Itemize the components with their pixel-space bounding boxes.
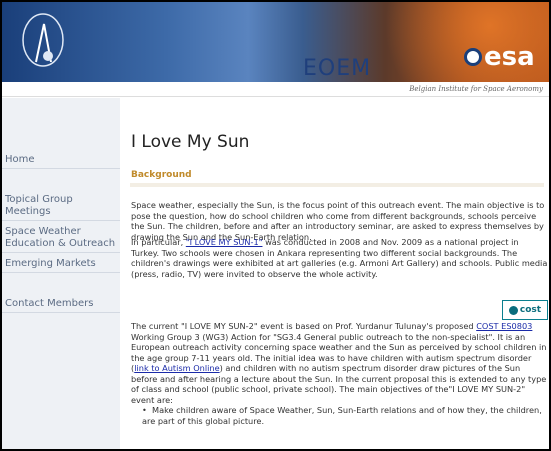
sidebar-item-topical-group-meetings[interactable]: Topical Group Meetings	[2, 192, 120, 221]
page-frame: EOEM esa Belgian Institute for Space Aer…	[0, 0, 551, 451]
section-heading: Background	[131, 170, 192, 180]
sidebar-item-space-weather-education[interactable]: Space Weather Education & Outreach	[2, 224, 120, 253]
sidebar-link-topical-group-meetings[interactable]: Topical Group Meetings	[2, 192, 120, 221]
sidebar-item-emerging-markets[interactable]: Emerging Markets	[2, 256, 120, 273]
paragraph-sun-1: In particular, "I LOVE MY SUN-1" was con…	[131, 237, 548, 279]
esa-logo[interactable]: esa	[464, 42, 535, 72]
esa-dot-icon	[464, 48, 482, 66]
cost-es0803-link[interactable]: COST ES0803	[476, 321, 532, 331]
sidebar-link-space-weather-education[interactable]: Space Weather Education & Outreach	[2, 224, 120, 253]
paragraph-intro: Space weather, especially the Sun, is th…	[131, 200, 545, 242]
cost-logo[interactable]: cost	[502, 300, 548, 320]
eoem-logo-icon[interactable]	[20, 12, 66, 68]
eoem-label: EOEM	[303, 56, 372, 81]
objective-list-item: • Make children aware of Space Weather, S…	[142, 405, 547, 426]
autism-online-link[interactable]: link to Autism Online	[134, 363, 219, 373]
sidebar-item-contact-members[interactable]: Contact Members	[2, 296, 120, 313]
sidebar-link-contact-members[interactable]: Contact Members	[2, 296, 120, 313]
section-rule	[130, 183, 544, 187]
header-banner: EOEM esa	[2, 2, 549, 82]
esa-label: esa	[484, 42, 535, 72]
cost-logo-icon	[508, 305, 518, 315]
bullet-dot-icon: •	[142, 405, 147, 415]
sidebar	[2, 98, 120, 449]
institute-label: Belgian Institute for Space Aeronomy	[409, 85, 543, 93]
paragraph-sun-2: The current "I LOVE MY SUN-2" event is b…	[131, 321, 548, 405]
p2-pre-text: In particular,	[131, 237, 186, 247]
cost-label: cost	[519, 305, 542, 315]
p3-pre-text: The current "I LOVE MY SUN-2" event is b…	[131, 321, 477, 331]
objective-text: Make children aware of Space Weather, Su…	[142, 405, 542, 426]
sidebar-link-home[interactable]: Home	[2, 152, 120, 169]
sidebar-link-emerging-markets[interactable]: Emerging Markets	[2, 256, 120, 273]
sidebar-item-home[interactable]: Home	[2, 152, 120, 169]
i-love-my-sun-1-link[interactable]: "I LOVE MY SUN-1"	[186, 237, 263, 247]
page-title: I Love My Sun	[131, 132, 250, 152]
